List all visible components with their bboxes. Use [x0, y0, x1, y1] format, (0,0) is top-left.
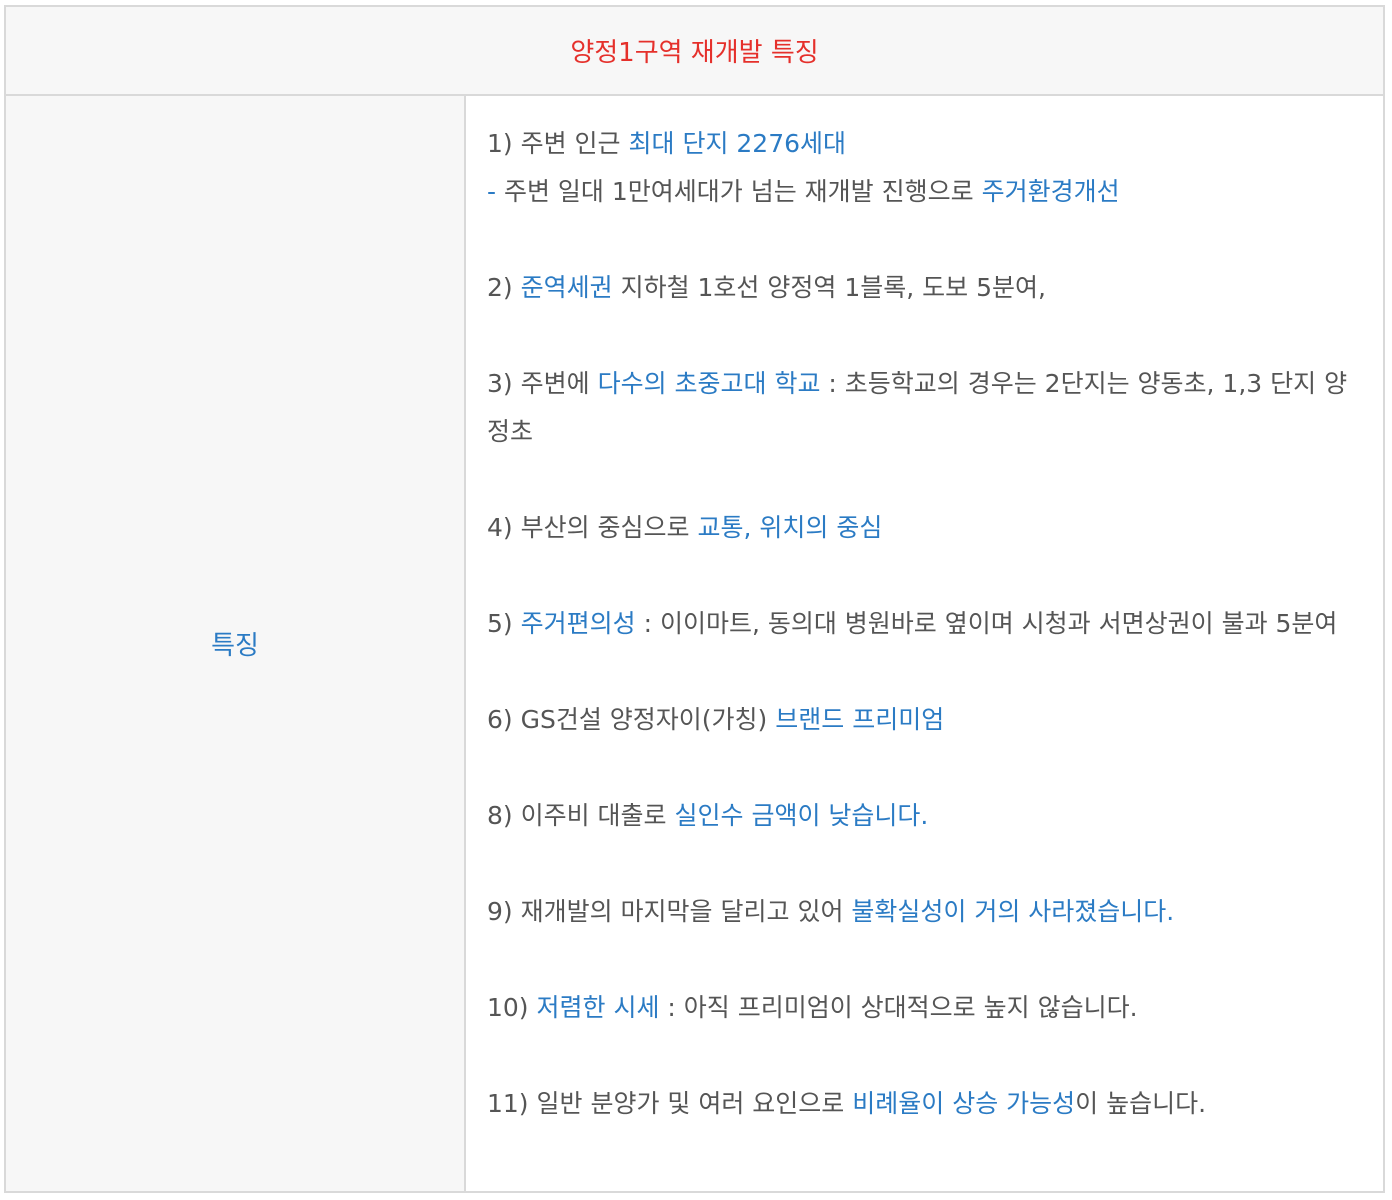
list-item: 11) 일반 분양가 및 여러 요인으로 비례율이 상승 가능성이 높습니다.	[487, 1089, 1207, 1118]
list-item: 6) GS건설 양정자이(가칭) 브랜드 프리미엄	[487, 705, 945, 734]
highlight-text: 비례율이 상승 가능성	[852, 1089, 1076, 1118]
highlight-text: 실인수 금액이 낮습니다.	[674, 801, 929, 830]
feature-table: 양정1구역 재개발 특징 특징 1) 주변 인근 최대 단지 2276세대 - …	[4, 5, 1385, 1193]
highlight-text: -	[487, 177, 497, 206]
highlight-text: 준역세권	[520, 273, 613, 302]
list-item: 5) 주거편의성 : 이이마트, 동의대 병원바로 옆이며 시청과 서면상권이 …	[487, 609, 1338, 638]
list-item: 9) 재개발의 마지막을 달리고 있어 불확실성이 거의 사라졌습니다.	[487, 897, 1175, 926]
row-label: 특징	[211, 631, 259, 661]
content-cell: 1) 주변 인근 최대 단지 2276세대 - 주변 일대 1만여세대가 넘는 …	[466, 96, 1383, 1191]
table-header: 양정1구역 재개발 특징	[6, 7, 1383, 96]
item-line: 1) 주변 인근 최대 단지 2276세대	[487, 129, 847, 158]
highlight-text: 주거편의성	[520, 609, 636, 638]
list-item: 8) 이주비 대출로 실인수 금액이 낮습니다.	[487, 801, 929, 830]
list-item: 2) 준역세권 지하철 1호선 양정역 1블록, 도보 5분여,	[487, 273, 1046, 302]
highlight-text: 최대 단지 2276세대	[628, 129, 847, 158]
highlight-text: 교통, 위치의 중심	[697, 513, 883, 542]
item-line: - 주변 일대 1만여세대가 넘는 재개발 진행으로 주거환경개선	[487, 177, 1120, 206]
list-item: 4) 부산의 중심으로 교통, 위치의 중심	[487, 513, 883, 542]
highlight-text: 다수의 초중고대 학교	[597, 369, 821, 398]
list-item: 3) 주변에 다수의 초중고대 학교 : 초등학교의 경우는 2단지는 양동초,…	[487, 369, 1348, 446]
table-title: 양정1구역 재개발 특징	[570, 38, 819, 68]
list-item: 10) 저렴한 시세 : 아직 프리미엄이 상대적으로 높지 않습니다.	[487, 993, 1138, 1022]
highlight-text: 불확실성이 거의 사라졌습니다.	[851, 897, 1175, 926]
highlight-text: 주거환경개선	[981, 177, 1120, 206]
highlight-text: 저렴한 시세	[536, 993, 660, 1022]
list-item: 1) 주변 인근 최대 단지 2276세대 - 주변 일대 1만여세대가 넘는 …	[487, 120, 1363, 216]
highlight-text: 브랜드 프리미엄	[775, 705, 945, 734]
row-label-cell: 특징	[6, 96, 466, 1191]
